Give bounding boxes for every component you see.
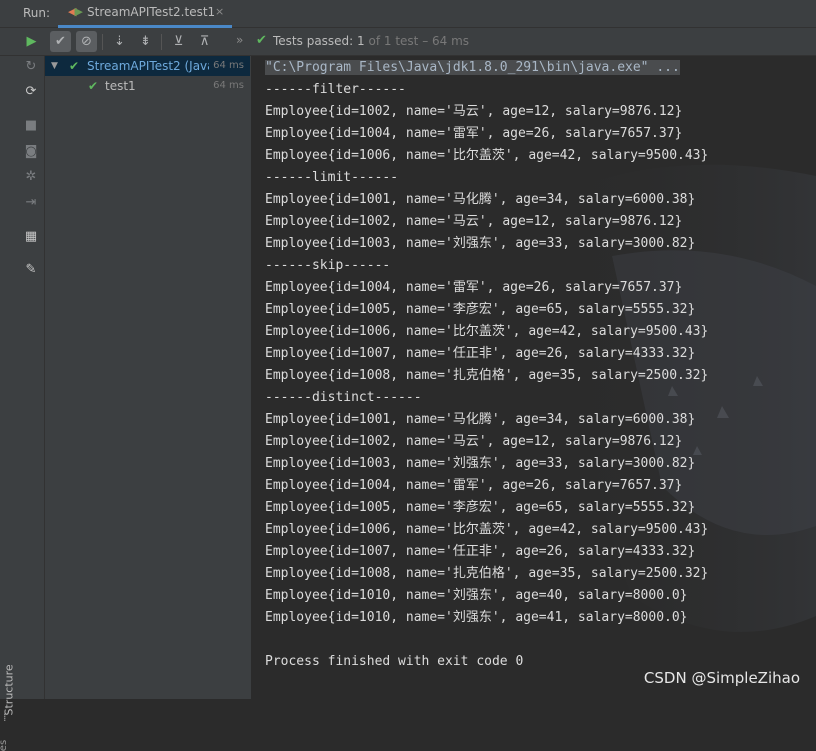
import-tests-icon[interactable]: ⇥ [20, 195, 42, 210]
test-duration: 64 ms [211, 56, 244, 76]
console-line: Employee{id=1007, name='任正非', age=26, sa… [265, 346, 696, 361]
expand-all-icon[interactable]: ⊻ [168, 31, 189, 52]
toolbar-separator [102, 34, 103, 50]
console-line: Employee{id=1001, name='马化腾', age=34, sa… [265, 192, 696, 207]
console-line-command: "C:\Program Files\Java\jdk1.8.0_291\bin\… [265, 60, 680, 75]
layout-icon[interactable]: ▦ [20, 229, 42, 244]
structure-side-tab[interactable]: Structure [3, 646, 16, 715]
side-tab-cut-label[interactable]: es [0, 740, 9, 751]
expand-arrow-icon[interactable]: ▼ [51, 56, 58, 76]
console-line: Employee{id=1010, name='刘强东', age=41, sa… [265, 610, 688, 625]
test-class-name: StreamAPITest2 (Java8 [87, 59, 209, 73]
run-label: Run: [23, 6, 51, 20]
sort-alphabetically-icon[interactable]: ⇣ [109, 31, 130, 52]
console-line: ------filter------ [265, 82, 406, 97]
console-line: Employee{id=1004, name='雷军', age=26, sal… [265, 478, 683, 493]
test-duration: 64 ms [213, 80, 244, 91]
console-line: Employee{id=1002, name='马云', age=12, sal… [265, 434, 683, 449]
stop-icon[interactable]: ■ [20, 118, 42, 133]
console-line: Employee{id=1008, name='扎克伯格', age=35, s… [265, 368, 709, 383]
console-line: Employee{id=1005, name='李彦宏', age=65, sa… [265, 500, 696, 515]
console-line: Employee{id=1004, name='雷军', age=26, sal… [265, 280, 683, 295]
tree-row-test-method[interactable]: ✔ test1 64 ms [45, 76, 250, 96]
console-line: Employee{id=1004, name='雷军', age=26, sal… [265, 126, 683, 141]
side-action-strip: ↻ ⟳ ■ ◙ ✲ ⇥ ▦ ✎ Structure ⁞ es [0, 56, 45, 751]
passed-check-icon: ✔ [69, 59, 80, 73]
status-detail: of 1 test – 64 ms [368, 34, 470, 48]
structure-icon[interactable]: ⁞ [3, 711, 7, 724]
console-line: Employee{id=1006, name='比尔盖茨', age=42, s… [265, 148, 709, 163]
collapse-all-icon[interactable]: ⊼ [194, 31, 215, 52]
camera-icon[interactable]: ◙ [20, 144, 42, 159]
pin-icon[interactable]: ✎ [20, 262, 42, 277]
status-prefix: Tests passed: [273, 34, 354, 48]
tests-passed-check-icon: ✔ [256, 33, 267, 48]
tree-row-test-class[interactable]: ▼ ✔ StreamAPITest2 (Java8 64 ms [45, 56, 250, 76]
console-line: Employee{id=1001, name='马化腾', age=34, sa… [265, 412, 696, 427]
run-tool-window-header: Run: ◀▶ StreamAPITest2.test1 × [0, 0, 816, 28]
more-actions-icon[interactable]: » [236, 33, 243, 47]
sort-by-duration-icon[interactable]: ⇟ [135, 31, 156, 52]
toggle-auto-test-icon[interactable]: ⟳ [20, 84, 42, 99]
console-line: Employee{id=1006, name='比尔盖茨', age=42, s… [265, 324, 709, 339]
tab-run-configuration[interactable]: ◀▶ StreamAPITest2.test1 × [58, 0, 232, 28]
close-tab-icon[interactable]: × [215, 5, 224, 18]
console-line: Employee{id=1003, name='刘强东', age=33, sa… [265, 236, 696, 251]
console-line: Employee{id=1006, name='比尔盖茨', age=42, s… [265, 522, 709, 537]
console-line: Employee{id=1007, name='任正非', age=26, sa… [265, 544, 696, 559]
junit-config-icon: ◀▶ [68, 5, 83, 18]
console-lines: "C:\Program Files\Java\jdk1.8.0_291\bin\… [265, 57, 708, 673]
test-results-tree: ▼ ✔ StreamAPITest2 (Java8 64 ms ✔ test1 … [45, 56, 252, 699]
status-count: 1 [357, 34, 365, 48]
toolbar-separator [161, 34, 162, 50]
console-line: Employee{id=1008, name='扎克伯格', age=35, s… [265, 566, 709, 581]
test-method-name: test1 [105, 79, 136, 93]
test-status-summary: Tests passed: 1 of 1 test – 64 ms [273, 34, 469, 48]
console-output[interactable]: "C:\Program Files\Java\jdk1.8.0_291\bin\… [252, 56, 816, 699]
console-line-exit: Process finished with exit code 0 [265, 654, 524, 669]
tab-title: StreamAPITest2.test1 [87, 5, 216, 19]
show-ignored-toggle-icon[interactable]: ⊘ [76, 31, 97, 52]
console-line: Employee{id=1005, name='李彦宏', age=65, sa… [265, 302, 696, 317]
console-line: ------distinct------ [265, 390, 422, 405]
console-line: Employee{id=1002, name='马云', age=12, sal… [265, 104, 683, 119]
console-line: ------limit------ [265, 170, 399, 185]
console-line: Employee{id=1010, name='刘强东', age=40, sa… [265, 588, 688, 603]
passed-check-icon: ✔ [88, 79, 99, 93]
rerun-icon[interactable]: ▶ [21, 31, 42, 52]
watermark: CSDN @SimpleZihao [643, 669, 800, 687]
console-line: Employee{id=1002, name='马云', age=12, sal… [265, 214, 683, 229]
test-runner-toolbar: ▶ ✔ ⊘ ⇣ ⇟ ⊻ ⊼ » ✔ Tests passed: 1 of 1 t… [0, 28, 816, 56]
show-passed-toggle-icon[interactable]: ✔ [50, 31, 71, 52]
console-line: ------skip------ [265, 258, 391, 273]
console-line: Employee{id=1003, name='刘强东', age=33, sa… [265, 456, 696, 471]
debug-bug-icon[interactable]: ✲ [20, 169, 42, 184]
rerun-failed-icon[interactable]: ↻ [20, 59, 42, 74]
